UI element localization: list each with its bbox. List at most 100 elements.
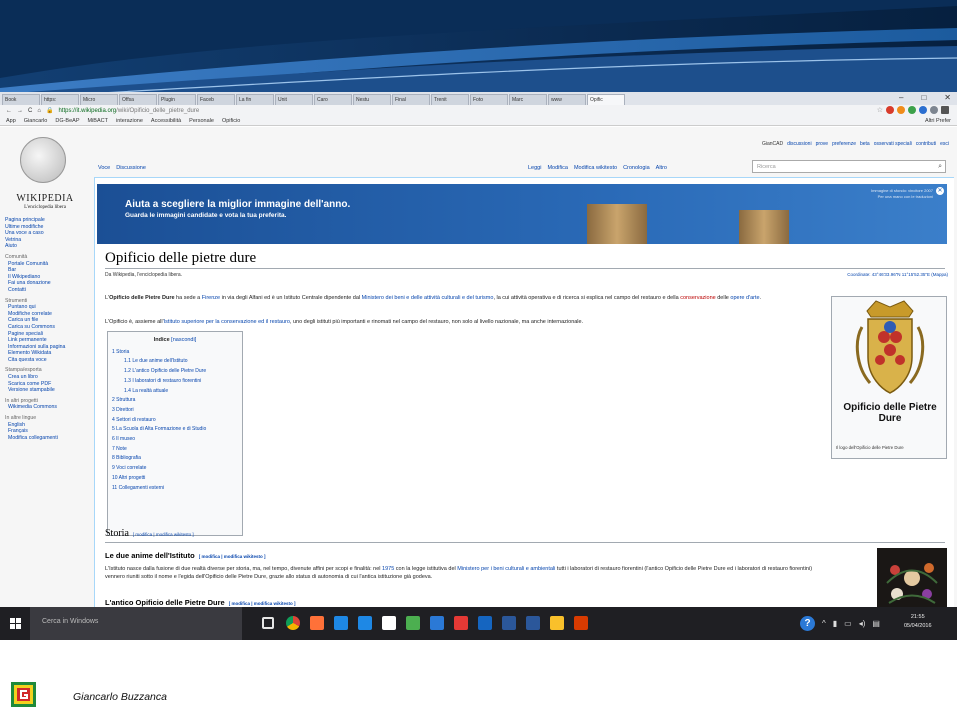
sidebar-link[interactable]: Carica su Commons — [5, 324, 85, 331]
browser-tab[interactable]: www — [548, 94, 586, 105]
browser-tab[interactable]: Opific — [587, 94, 625, 105]
bookmark-item[interactable]: App — [6, 118, 16, 124]
extension-icon-orange[interactable] — [897, 106, 905, 114]
wiki-search-input[interactable]: Ricerca ⌕ — [752, 160, 946, 173]
browser-tab[interactable]: Micro — [80, 94, 118, 105]
browser-tab[interactable]: Final — [392, 94, 430, 105]
toc-item[interactable]: 1.1 Le due anime dell'Istituto — [112, 357, 238, 367]
browser-tab[interactable]: Marc — [509, 94, 547, 105]
browser-tab[interactable]: Trenit — [431, 94, 469, 105]
view-tab[interactable]: Cronologia — [623, 165, 650, 171]
edge-icon[interactable] — [334, 616, 348, 630]
bookmark-item[interactable]: Personale — [189, 118, 214, 124]
extension-icon-gray[interactable] — [930, 106, 938, 114]
toc-item[interactable]: 2 Struttura — [112, 396, 238, 406]
menu-icon[interactable] — [941, 106, 949, 114]
app-icon[interactable] — [478, 616, 492, 630]
sidebar-link[interactable]: English — [5, 422, 85, 429]
link-ministero-beni[interactable]: Ministero per i beni culturali e ambient… — [457, 566, 555, 572]
sidebar-link[interactable]: Modifica collegamenti — [5, 435, 85, 442]
sidebar-link[interactable]: Scarica come PDF — [5, 381, 85, 388]
link-1975[interactable]: 1975 — [382, 566, 394, 572]
sidebar-link[interactable]: Contatti — [5, 287, 85, 294]
close-window-button[interactable]: ✕ — [944, 93, 951, 102]
help-icon[interactable]: ? — [800, 616, 815, 631]
chrome-icon[interactable] — [286, 616, 300, 630]
search-icon[interactable]: ⌕ — [938, 163, 942, 171]
browser-tab[interactable]: Plugin — [158, 94, 196, 105]
toc-item[interactable]: 8 Bibliografia — [112, 454, 238, 464]
personal-link[interactable]: preferenze — [832, 141, 856, 147]
store-icon[interactable] — [358, 616, 372, 630]
link-conservazione[interactable]: conservazione — [680, 295, 715, 301]
link-opere-arte[interactable]: opere d'arte — [730, 295, 759, 301]
app-icon[interactable] — [454, 616, 468, 630]
notification-icon[interactable]: ▤ — [872, 619, 880, 628]
home-icon[interactable]: ⌂ — [37, 108, 41, 114]
sidebar-link[interactable]: Elemento Wikidata — [5, 350, 85, 357]
centralnotice-banner[interactable]: Aiuta a scegliere la miglior immagine de… — [97, 184, 947, 244]
sidebar-link[interactable]: Aiuto — [5, 243, 85, 250]
network-icon[interactable]: ▮ — [833, 619, 837, 628]
browser-tab[interactable]: Book — [2, 94, 40, 105]
toc-item[interactable]: 7 Note — [112, 445, 238, 455]
personal-link[interactable]: prove — [816, 141, 829, 147]
file-explorer-icon[interactable] — [382, 616, 396, 630]
edit-section-link[interactable]: [ modifica | modifica wikitesto ] — [199, 554, 266, 559]
sidebar-link[interactable]: Informazioni sulla pagina — [5, 344, 85, 351]
personal-link[interactable]: osservati speciali — [874, 141, 912, 147]
browser-tab[interactable]: Offsa — [119, 94, 157, 105]
edit-section-link[interactable]: [ modifica | modifica wikitesto ] — [133, 532, 194, 537]
sidebar-link[interactable]: Puntano qui — [5, 304, 85, 311]
toc-item[interactable]: 10 Altri progetti — [112, 474, 238, 484]
view-tab[interactable]: Altro — [656, 165, 667, 171]
user-name-link[interactable]: GianCAD — [762, 141, 783, 147]
sidebar-link[interactable]: Wikimedia Commons — [5, 404, 85, 411]
browser-tab[interactable]: Foto — [470, 94, 508, 105]
sidebar-link[interactable]: Carica un file — [5, 317, 85, 324]
coordinates-link[interactable]: Coordinate: 43°46'33.96"N 11°15'52.35"E … — [847, 272, 948, 277]
sidebar-link[interactable]: Ultime modifiche — [5, 224, 85, 231]
browser-tab[interactable]: Nestu — [353, 94, 391, 105]
task-view-icon[interactable] — [262, 617, 274, 629]
view-tab[interactable]: Modifica — [547, 165, 567, 171]
extension-icon-red[interactable] — [886, 106, 894, 114]
sidebar-link[interactable]: Crea un libro — [5, 374, 85, 381]
notes-icon[interactable] — [550, 616, 564, 630]
wikipedia-globe-logo[interactable] — [20, 137, 66, 183]
sidebar-link[interactable]: Modifiche correlate — [5, 311, 85, 318]
forward-icon[interactable]: → — [17, 108, 23, 114]
sidebar-link[interactable]: Vetrina — [5, 237, 85, 244]
pietre-dure-mosaic-image[interactable] — [877, 548, 947, 607]
view-tab[interactable]: Leggi — [528, 165, 541, 171]
app-icon[interactable] — [430, 616, 444, 630]
extension-icon-blue[interactable] — [919, 106, 927, 114]
maximize-button[interactable]: □ — [921, 93, 926, 102]
other-bookmarks[interactable]: Altri Prefer — [925, 118, 951, 124]
toc-item[interactable]: 1.3 I laboratori di restauro fiorentini — [112, 377, 238, 387]
sidebar-link[interactable]: Fai una donazione — [5, 280, 85, 287]
toc-item[interactable]: 1.2 L'antico Opificio delle Pietre Dure — [112, 367, 238, 377]
volume-icon[interactable]: ◂) — [859, 619, 866, 628]
sidebar-link[interactable]: Una voce a caso — [5, 230, 85, 237]
powerpoint-icon[interactable] — [574, 616, 588, 630]
taskbar-clock[interactable]: 21:55 05/04/2016 — [904, 613, 932, 631]
browser-tab[interactable]: Unit — [275, 94, 313, 105]
edit-section-link[interactable]: [ modifica | modifica wikitesto ] — [229, 601, 296, 606]
extension-icon-green[interactable] — [908, 106, 916, 114]
sidebar-link[interactable]: Cita questa voce — [5, 357, 85, 364]
toc-item[interactable]: 9 Voci correlate — [112, 464, 238, 474]
link-iscr[interactable]: Istituto superiore per la conservazione … — [164, 319, 290, 325]
bookmark-item[interactable]: DG-BeAP — [55, 118, 79, 124]
sidebar-link[interactable]: Pagina principale — [5, 217, 85, 224]
reload-icon[interactable]: C — [28, 108, 32, 114]
battery-icon[interactable]: ▭ — [844, 619, 852, 628]
sidebar-link[interactable]: Bar — [5, 267, 85, 274]
toc-item[interactable]: 5 La Scuola di Alta Formazione e di Stud… — [112, 425, 238, 435]
link-firenze[interactable]: Firenze — [202, 295, 220, 301]
bookmark-item[interactable]: MiBACT — [88, 118, 108, 124]
link-ministero[interactable]: Ministero dei beni e delle attività cult… — [362, 295, 494, 301]
tray-arrow-icon[interactable]: ^ — [822, 619, 826, 628]
toc-item[interactable]: 3 Direttori — [112, 406, 238, 416]
toc-item[interactable]: 6 Il museo — [112, 435, 238, 445]
